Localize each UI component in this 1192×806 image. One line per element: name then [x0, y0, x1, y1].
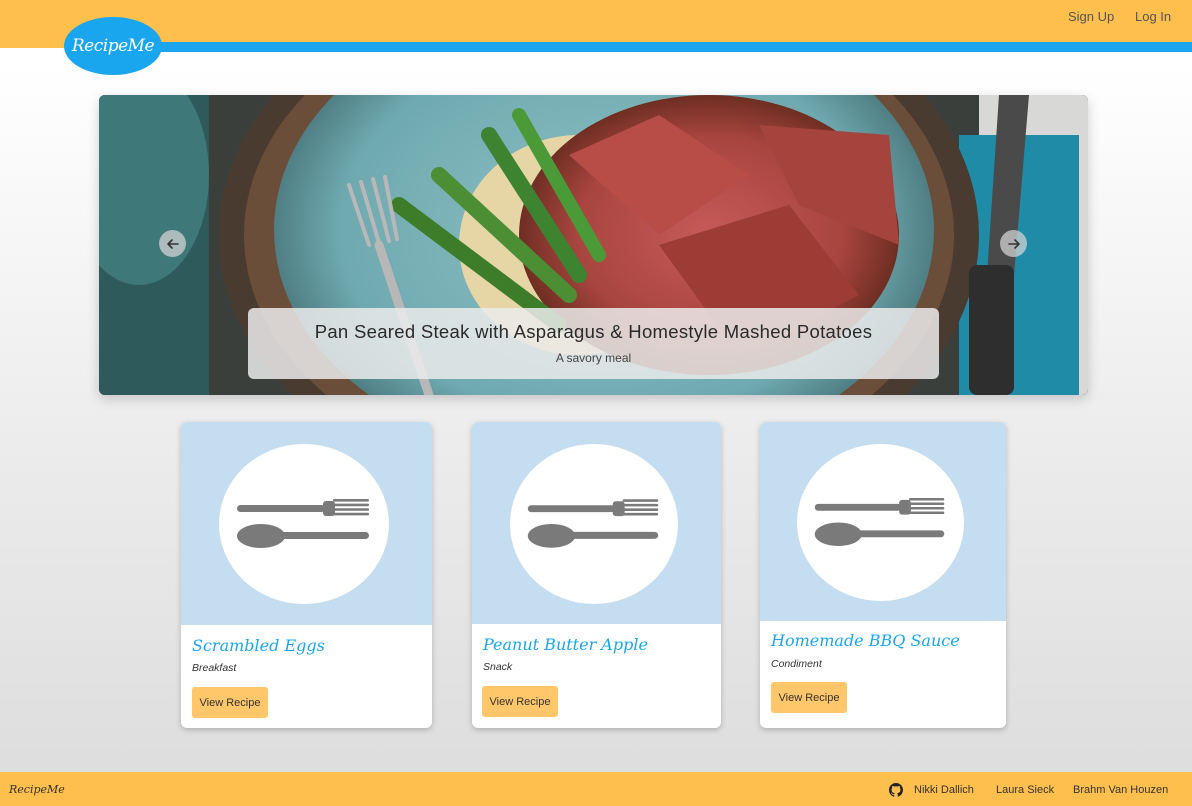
- plate: [510, 444, 678, 604]
- recipe-title[interactable]: Scrambled Eggs: [192, 636, 325, 655]
- recipe-image: [472, 422, 721, 624]
- carousel-subtitle: A savory meal: [555, 351, 632, 365]
- carousel-title: Pan Seared Steak with Asparagus & Homest…: [314, 321, 873, 342]
- carousel-next-button[interactable]: [1000, 230, 1027, 257]
- header-stripe: [120, 42, 1192, 52]
- fork-spoon-icon: [814, 497, 945, 547]
- featured-carousel: Pan Seared Steak with Asparagus & Homest…: [99, 95, 1088, 395]
- recipe-title[interactable]: Homemade BBQ Sauce: [771, 631, 960, 650]
- plate: [219, 444, 389, 604]
- recipe-card[interactable]: Homemade BBQ Sauce Condiment View Recipe: [760, 422, 1006, 728]
- fork-spoon-icon: [237, 499, 369, 548]
- plate: [797, 444, 964, 601]
- recipe-category: Breakfast: [192, 662, 237, 674]
- recipe-image: [760, 422, 1006, 621]
- fork-spoon-icon: [527, 499, 659, 548]
- author-link-brahm[interactable]: Brahm Van Houzen: [1073, 784, 1168, 796]
- header-bar: [0, 0, 1192, 48]
- carousel-prev-button[interactable]: [159, 230, 186, 257]
- recipe-category: Snack: [483, 661, 513, 673]
- author-link-laura[interactable]: Laura Sieck: [996, 784, 1054, 796]
- author-link-nikki[interactable]: Nikki Dallich: [914, 784, 974, 796]
- arrow-right-icon: [1007, 238, 1020, 249]
- recipe-image: [181, 422, 432, 625]
- logo-text: RecipeMe: [71, 36, 155, 56]
- github-icon[interactable]: [889, 783, 903, 797]
- recipe-card[interactable]: Scrambled Eggs Breakfast View Recipe: [181, 422, 432, 728]
- footer: RecipeMe Nikki Dallich Laura Sieck Brahm…: [0, 772, 1192, 806]
- signup-link[interactable]: Sign Up: [1068, 9, 1114, 24]
- view-recipe-button[interactable]: View Recipe: [771, 682, 847, 713]
- view-recipe-button[interactable]: View Recipe: [192, 687, 268, 718]
- recipe-title[interactable]: Peanut Butter Apple: [483, 635, 648, 654]
- recipe-category: Condiment: [771, 658, 822, 670]
- carousel-caption: Pan Seared Steak with Asparagus & Homest…: [248, 308, 939, 379]
- logo[interactable]: RecipeMe: [64, 17, 162, 75]
- footer-brand[interactable]: RecipeMe: [9, 783, 65, 796]
- view-recipe-button[interactable]: View Recipe: [482, 686, 558, 717]
- login-link[interactable]: Log In: [1135, 9, 1171, 24]
- arrow-left-icon: [166, 238, 179, 249]
- recipe-card[interactable]: Peanut Butter Apple Snack View Recipe: [472, 422, 721, 728]
